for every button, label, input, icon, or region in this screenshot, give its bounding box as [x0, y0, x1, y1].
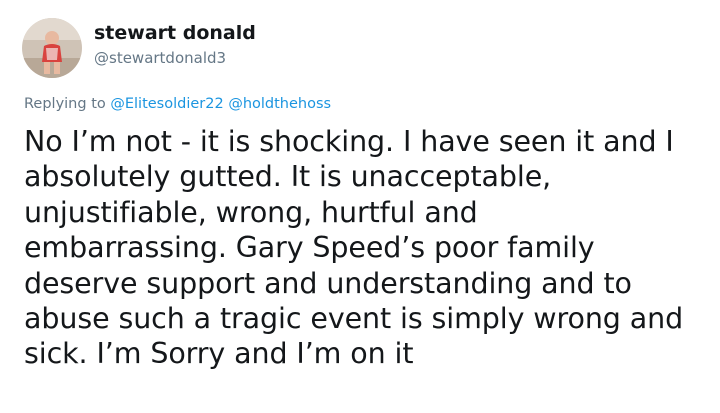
user-names: stewart donald @stewartdonald3: [94, 21, 256, 69]
tweet-text: No I’m not - it is shocking. I have seen…: [24, 124, 714, 372]
replying-to-label: Replying to: [24, 96, 106, 112]
mention-link[interactable]: @Elitesoldier22: [110, 96, 223, 112]
tweet-text-line: abuse such a tragic event is simply wron…: [24, 302, 684, 336]
tweet-text-line: No I’m not - it is shocking. I have seen…: [24, 125, 674, 158]
replying-to: Replying to @Elitesoldier22 @holdthehoss: [24, 96, 331, 112]
tweet-text-line: absolutely gutted. It is unacceptable,: [24, 160, 552, 194]
tweet-header: stewart donald @stewartdonald3: [22, 18, 256, 78]
tweet-text-line: deserve support and understanding and to: [24, 266, 632, 300]
tweet-text-line: embarrassing. Gary Speed’s poor family: [24, 231, 595, 265]
mention-link[interactable]: @holdthehoss: [228, 96, 331, 112]
tweet-card: stewart donald @stewartdonald3 Replying …: [0, 0, 720, 413]
user-handle[interactable]: @stewartdonald3: [94, 47, 256, 69]
avatar[interactable]: [22, 18, 82, 78]
display-name[interactable]: stewart donald: [94, 21, 256, 45]
tweet-text-line: unjustifiable, wrong, hurtful and: [24, 195, 478, 229]
tweet-text-line: sick. I’m Sorry and I’m on it: [24, 337, 414, 371]
